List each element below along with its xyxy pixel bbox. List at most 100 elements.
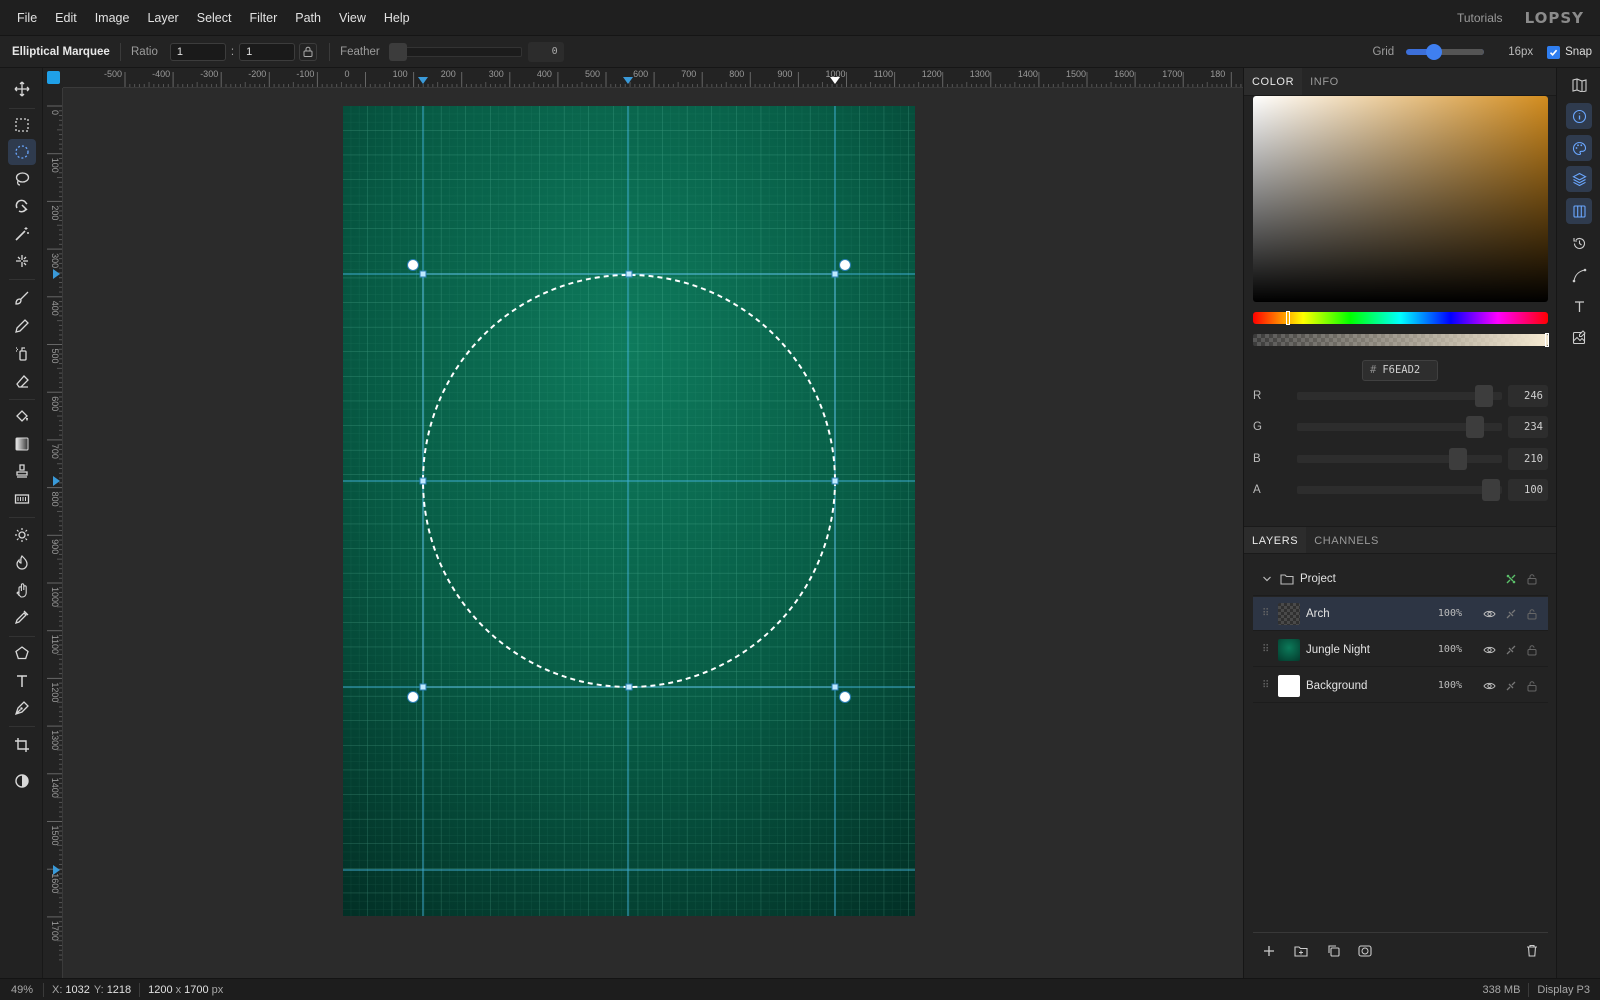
magic-wand-tool[interactable]: [8, 221, 36, 247]
elliptical-marquee-tool[interactable]: [8, 139, 36, 165]
blue-value-input[interactable]: 210: [1508, 448, 1548, 470]
menu-help[interactable]: Help: [375, 11, 419, 25]
link-icon[interactable]: [1505, 644, 1517, 656]
bucket-tool[interactable]: [8, 403, 36, 429]
layer-opacity[interactable]: 100%: [1438, 608, 1462, 619]
menu-select[interactable]: Select: [188, 11, 241, 25]
alpha-slider-thumb[interactable]: [1545, 333, 1549, 347]
tutorials-link[interactable]: Tutorials: [1457, 11, 1503, 25]
menu-path[interactable]: Path: [286, 11, 330, 25]
tab-color[interactable]: COLOR: [1244, 68, 1303, 95]
paths-panel-button[interactable]: [1566, 262, 1592, 288]
menu-filter[interactable]: Filter: [240, 11, 286, 25]
snap-checkbox[interactable]: [1547, 45, 1561, 59]
blue-slider[interactable]: [1297, 448, 1502, 470]
hue-slider[interactable]: [1253, 311, 1548, 325]
rect-marquee-tool[interactable]: [8, 112, 36, 138]
shape-tool[interactable]: [8, 640, 36, 666]
menu-layer[interactable]: Layer: [138, 11, 187, 25]
layer-row-background[interactable]: ⠿ Background 100%: [1253, 669, 1548, 703]
hex-input[interactable]: # F6EAD2: [1362, 360, 1438, 381]
info-panel-button[interactable]: [1566, 103, 1592, 129]
color-profile[interactable]: Display P3: [1537, 984, 1590, 996]
canvas-overlay[interactable]: [43, 68, 1243, 978]
alpha-value-input[interactable]: 100: [1508, 479, 1548, 501]
layer-opacity[interactable]: 100%: [1438, 680, 1462, 691]
tab-info[interactable]: INFO: [1302, 68, 1347, 95]
add-mask-button[interactable]: [1349, 938, 1381, 964]
link-icon[interactable]: [1505, 608, 1517, 620]
duplicate-layer-button[interactable]: [1317, 938, 1349, 964]
tab-layers[interactable]: LAYERS: [1244, 527, 1307, 553]
feather-slider[interactable]: [388, 42, 522, 61]
alpha-value-slider-thumb[interactable]: [1482, 479, 1500, 501]
drag-handle-icon[interactable]: ⠿: [1262, 608, 1274, 619]
lock-icon[interactable]: [1526, 608, 1538, 620]
drag-handle-icon[interactable]: ⠿: [1262, 680, 1274, 691]
ratio-width-input[interactable]: 1: [169, 42, 226, 61]
layer-row-arch[interactable]: ⠿ Arch 100%: [1253, 597, 1548, 631]
red-slider-thumb[interactable]: [1475, 385, 1493, 407]
eye-icon[interactable]: [1483, 681, 1496, 691]
eye-icon[interactable]: [1483, 645, 1496, 655]
text-tool[interactable]: [8, 668, 36, 694]
pencil-tool[interactable]: [8, 313, 36, 339]
green-slider[interactable]: [1297, 416, 1502, 438]
layers-panel-button[interactable]: [1566, 166, 1592, 192]
red-slider[interactable]: [1297, 385, 1502, 407]
menu-edit[interactable]: Edit: [46, 11, 86, 25]
stamp-tool[interactable]: [8, 458, 36, 484]
pen-tool[interactable]: [8, 695, 36, 721]
layer-opacity[interactable]: 100%: [1438, 644, 1462, 655]
add-layer-button[interactable]: [1253, 938, 1285, 964]
dodge-tool[interactable]: [8, 522, 36, 548]
burn-tool[interactable]: [8, 549, 36, 575]
ratio-height-input[interactable]: 1: [239, 42, 296, 61]
lasso-tool[interactable]: [8, 166, 36, 192]
smudge-tool[interactable]: [8, 577, 36, 603]
zoom-level[interactable]: 49%: [11, 984, 41, 996]
history-panel-button[interactable]: [1566, 230, 1592, 256]
feather-slider-thumb[interactable]: [388, 42, 407, 61]
color-panel-button[interactable]: [1566, 135, 1592, 161]
alpha-slider[interactable]: [1253, 333, 1549, 347]
eye-icon[interactable]: [1483, 609, 1496, 619]
character-panel-button[interactable]: [1566, 293, 1592, 319]
lock-icon[interactable]: [1526, 573, 1538, 585]
spray-tool[interactable]: [8, 340, 36, 366]
image-panel-button[interactable]: [1566, 324, 1592, 350]
pattern-tool[interactable]: [8, 486, 36, 512]
green-value-input[interactable]: 234: [1508, 416, 1548, 438]
lock-icon[interactable]: [1526, 644, 1538, 656]
blue-slider-thumb[interactable]: [1449, 448, 1467, 470]
canvas-workspace[interactable]: -500 -400 -300 -200 -100 0 100 200 300 400 500 600 7…: [43, 68, 1243, 978]
gradient-tool[interactable]: [8, 431, 36, 457]
delete-layer-button[interactable]: [1516, 938, 1548, 964]
navigator-button[interactable]: [1566, 72, 1592, 98]
channels-panel-button[interactable]: [1566, 198, 1592, 224]
menu-image[interactable]: Image: [86, 11, 139, 25]
move-tool[interactable]: [8, 76, 36, 102]
green-slider-thumb[interactable]: [1466, 416, 1484, 438]
alpha-value-slider[interactable]: [1297, 479, 1502, 501]
feather-value[interactable]: 0: [527, 41, 564, 62]
crop-tool[interactable]: [8, 732, 36, 758]
grid-size-slider[interactable]: [1406, 44, 1485, 60]
lock-ratio-button[interactable]: [299, 42, 318, 61]
layer-row-jungle-night[interactable]: ⠿ Jungle Night 100%: [1253, 633, 1548, 667]
link-icon[interactable]: [1505, 573, 1517, 585]
drag-handle-icon[interactable]: ⠿: [1262, 644, 1274, 655]
quick-select-tool[interactable]: [8, 194, 36, 220]
eyedropper-tool[interactable]: [8, 604, 36, 630]
lock-icon[interactable]: [1526, 680, 1538, 692]
link-icon[interactable]: [1505, 680, 1517, 692]
chevron-down-icon[interactable]: [1262, 574, 1272, 584]
healing-tool[interactable]: [8, 248, 36, 274]
grid-slider-knob[interactable]: [1426, 44, 1443, 60]
eraser-tool[interactable]: [8, 368, 36, 394]
tab-channels[interactable]: CHANNELS: [1306, 527, 1387, 553]
hue-slider-thumb[interactable]: [1286, 311, 1290, 325]
brush-tool[interactable]: [8, 285, 36, 311]
ruler-origin-button[interactable]: [43, 68, 63, 88]
layer-group-project[interactable]: Project: [1253, 562, 1548, 596]
